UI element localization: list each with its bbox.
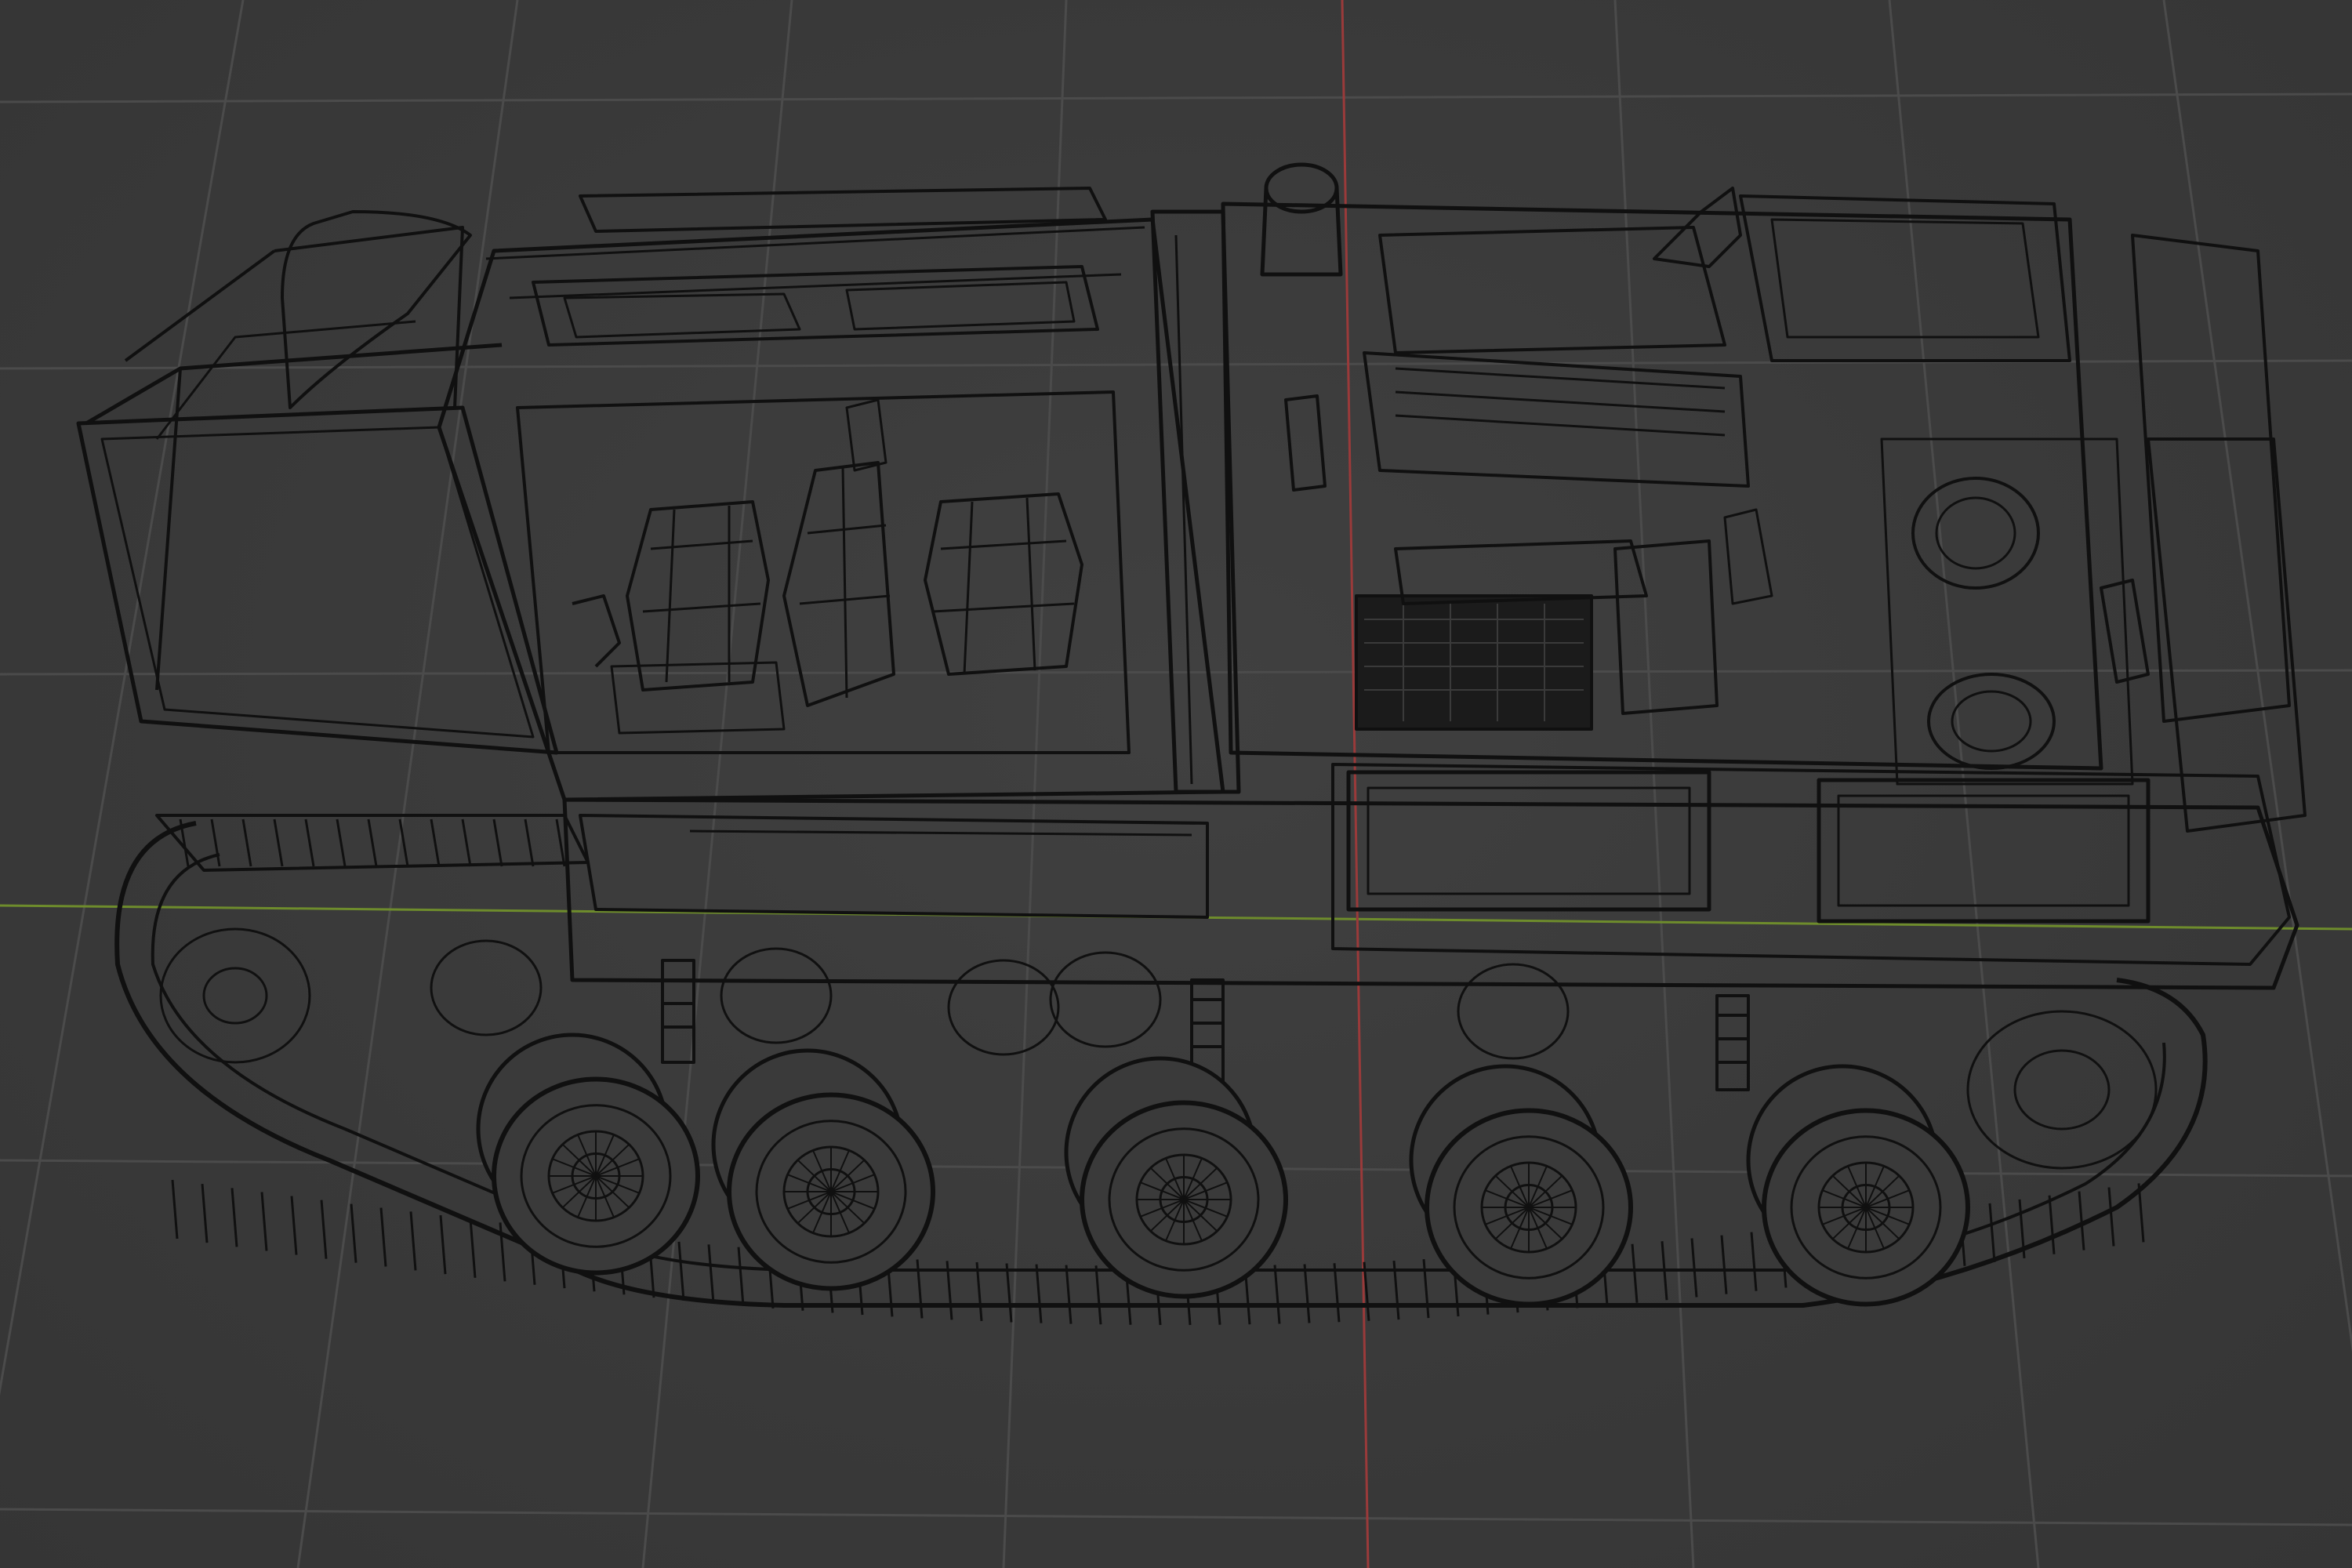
tread-segment [210,818,221,867]
tread-segment [1005,1263,1013,1323]
tread-segment [1690,1238,1698,1298]
road-wheel[interactable] [711,1048,935,1291]
tread-segment [2107,1187,2115,1247]
tread-segment [1303,1264,1311,1323]
engine-block [1355,594,1593,731]
tread-segment [350,1203,358,1263]
tread-segment [290,1196,298,1255]
tread-segment [461,818,472,867]
road-wheel[interactable] [1064,1056,1288,1299]
tread-segment [241,818,252,867]
tread-segment [409,1211,417,1271]
tread-segment [492,818,503,867]
tread-segment [430,818,441,867]
tread-segment [1035,1264,1043,1323]
tread-segment [379,1207,387,1267]
tread-segment [1988,1203,1996,1262]
viewport-scene[interactable] [0,0,2352,1568]
tread-segment [336,818,347,867]
tread-segment [2137,1183,2145,1243]
tread-segment [1422,1259,1430,1319]
cab-frame[interactable] [76,187,1241,802]
tread-segment [1631,1243,1639,1303]
tread-segment [1273,1265,1281,1324]
3d-viewport[interactable] [0,0,2352,1568]
tread-segment [260,1192,268,1251]
front-drivetrain[interactable] [1880,234,2307,833]
tread-segment [2078,1191,2085,1250]
seat-center[interactable] [782,398,895,707]
tread-segment [201,1184,209,1243]
tread-segment [1720,1235,1728,1294]
tread-segment [1750,1232,1758,1291]
seat-left[interactable] [626,500,770,691]
tread-segment [916,1259,924,1319]
tread-segment [320,1200,328,1259]
seat-right[interactable] [924,492,1083,676]
tread-segment [2048,1195,2056,1254]
tread-segment [398,818,409,867]
tread-segment [171,1179,179,1240]
tread-segment [367,818,378,867]
tread-segment [677,1241,685,1301]
tread-segment [1065,1265,1073,1324]
tread-segment [439,1215,447,1275]
tread-segment [737,1247,745,1306]
tread-segment [524,818,535,867]
tread-segment [707,1244,715,1304]
tread-segment [1094,1265,1102,1325]
tread-segment [499,1222,506,1282]
steering-controls[interactable] [572,594,786,735]
road-wheel[interactable] [1746,1064,1970,1307]
tread-segment [469,1218,477,1278]
tread-segment [273,818,284,867]
tread-segment [230,1188,238,1247]
road-wheel[interactable] [1409,1064,1633,1307]
tread-segment [1333,1263,1341,1323]
y-axis-line [1341,0,1370,1568]
tread-segment [555,818,566,867]
tread-segment [304,818,315,867]
